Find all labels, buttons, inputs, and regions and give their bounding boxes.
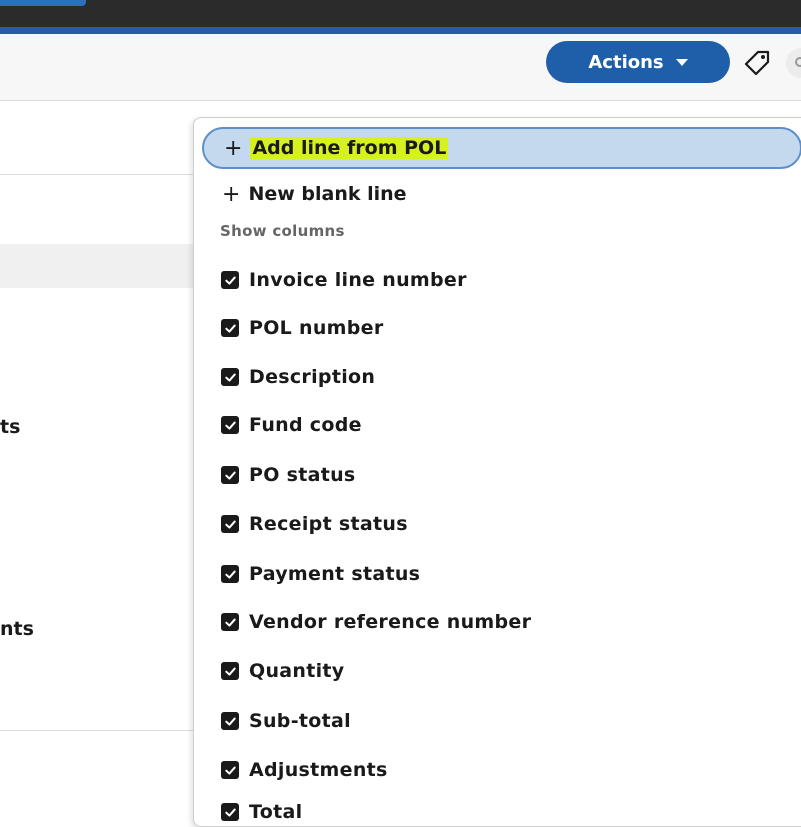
column-toggle-description[interactable]: Description xyxy=(221,362,375,392)
checkbox-checked-icon[interactable] xyxy=(221,515,239,533)
checkbox-checked-icon[interactable] xyxy=(221,712,239,730)
shaded-row xyxy=(0,244,193,288)
accent-strip xyxy=(0,27,801,34)
column-label: POL number xyxy=(249,317,384,339)
column-label: Invoice line number xyxy=(249,269,467,291)
column-label: Adjustments xyxy=(249,759,388,781)
checkbox-checked-icon[interactable] xyxy=(221,613,239,631)
top-bar xyxy=(0,0,801,27)
divider xyxy=(0,174,193,175)
tag-icon[interactable] xyxy=(742,48,772,76)
column-toggle-vendor-reference-number[interactable]: Vendor reference number xyxy=(221,607,531,637)
checkbox-checked-icon[interactable] xyxy=(221,416,239,434)
new-blank-line-label: New blank line xyxy=(248,183,407,205)
checkbox-checked-icon[interactable] xyxy=(221,466,239,484)
column-label: Description xyxy=(249,366,376,388)
column-label: Vendor reference number xyxy=(249,611,532,633)
new-blank-line-item[interactable]: + New blank line xyxy=(202,173,407,215)
actions-button-label: Actions xyxy=(588,51,664,73)
column-toggle-receipt-status[interactable]: Receipt status xyxy=(221,509,408,539)
column-label: PO status xyxy=(249,464,356,486)
column-label: Receipt status xyxy=(249,513,408,535)
column-label: Quantity xyxy=(249,660,345,682)
column-toggle-adjustments[interactable]: Adjustments xyxy=(221,755,388,785)
checkbox-checked-icon[interactable] xyxy=(221,761,239,779)
checkbox-checked-icon[interactable] xyxy=(221,662,239,680)
plus-icon: + xyxy=(222,181,241,207)
label-fragment: ts xyxy=(0,416,21,438)
label-fragment: nts xyxy=(0,618,34,640)
actions-button[interactable]: Actions xyxy=(546,41,730,83)
column-label: Payment status xyxy=(249,563,421,585)
column-toggle-payment-status[interactable]: Payment status xyxy=(221,559,420,589)
column-toggle-invoice-line-number[interactable]: Invoice line number xyxy=(221,265,467,295)
divider xyxy=(0,730,193,731)
top-bar-tab[interactable] xyxy=(0,0,86,6)
checkbox-checked-icon[interactable] xyxy=(221,271,239,289)
column-toggle-pol-number[interactable]: POL number xyxy=(221,313,384,343)
column-toggle-total[interactable]: Total xyxy=(221,797,302,827)
column-label: Fund code xyxy=(249,414,362,436)
column-toggle-sub-total[interactable]: Sub-total xyxy=(221,706,351,736)
add-line-from-pol-label: Add line from POL xyxy=(250,137,449,159)
checkbox-checked-icon[interactable] xyxy=(221,319,239,337)
column-label: Sub-total xyxy=(249,710,351,732)
plus-icon: + xyxy=(224,135,243,161)
add-line-from-pol-item[interactable]: + Add line from POL xyxy=(202,127,801,169)
checkbox-checked-icon[interactable] xyxy=(221,803,239,821)
column-toggle-fund-code[interactable]: Fund code xyxy=(221,410,362,440)
column-toggle-po-status[interactable]: PO status xyxy=(221,460,356,490)
checkbox-checked-icon[interactable] xyxy=(221,368,239,386)
column-label: Total xyxy=(249,801,303,823)
column-toggle-quantity[interactable]: Quantity xyxy=(221,656,345,686)
caret-down-icon xyxy=(675,58,688,66)
show-columns-heading: Show columns xyxy=(220,222,345,240)
checkbox-checked-icon[interactable] xyxy=(221,565,239,583)
